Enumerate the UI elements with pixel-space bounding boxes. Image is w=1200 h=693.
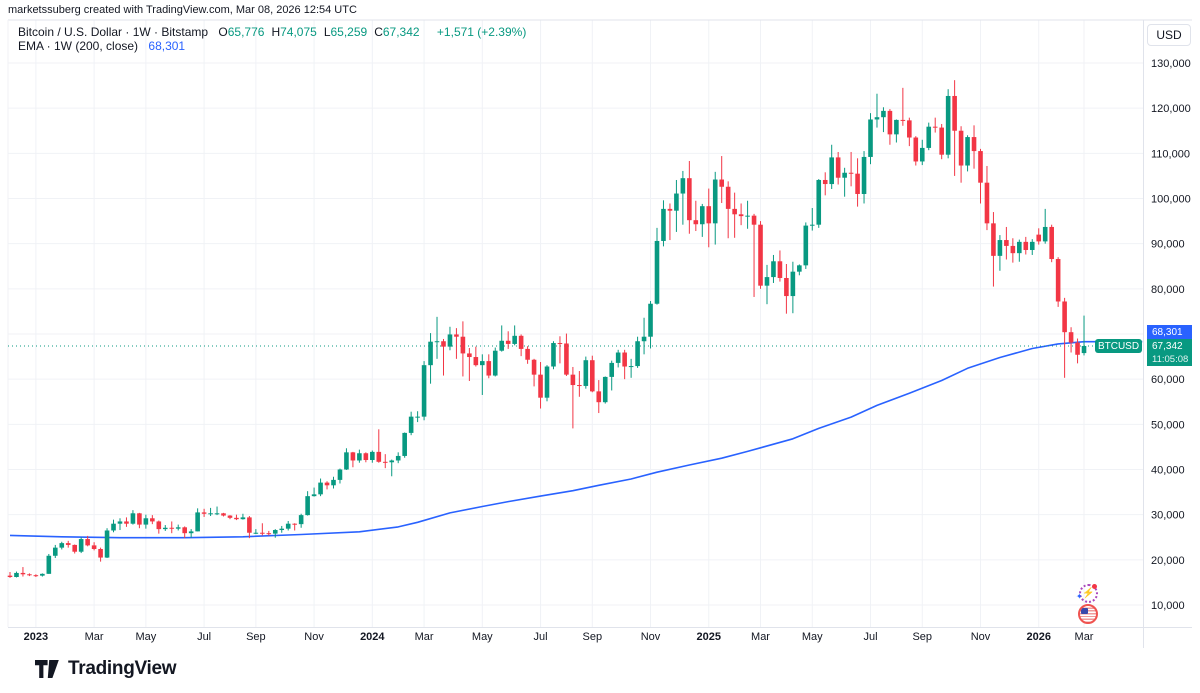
svg-text:May: May: [802, 631, 823, 643]
candlestick-chart[interactable]: 10,00020,00030,00040,00050,00060,00070,0…: [0, 0, 1200, 693]
svg-text:2023: 2023: [24, 631, 48, 643]
svg-text:Nov: Nov: [971, 631, 991, 643]
svg-text:10,000: 10,000: [1151, 600, 1185, 612]
symbol-price-tag: BTCUSD: [1095, 339, 1142, 353]
red-dot: [1092, 584, 1097, 589]
svg-text:Mar: Mar: [1075, 631, 1094, 643]
ema-legend-value: 68,301: [148, 39, 185, 53]
bar-countdown: 11:05:08: [1152, 353, 1192, 366]
last-price-badge: 67,342 11:05:08: [1147, 339, 1192, 366]
svg-text:Nov: Nov: [304, 631, 324, 643]
svg-text:Mar: Mar: [751, 631, 770, 643]
tradingview-logo[interactable]: TradingView: [35, 658, 176, 680]
ema-line: [10, 342, 1142, 538]
ema-legend-row: EMA · 1W (200, close) 68,301: [18, 39, 526, 53]
ohlc-label-O: O: [218, 25, 227, 39]
ohlc-value-H: 74,075: [280, 25, 317, 39]
svg-text:Jul: Jul: [534, 631, 548, 643]
event-markers[interactable]: ⚡ ✦: [1076, 584, 1100, 624]
svg-text:100,000: 100,000: [1151, 194, 1191, 206]
svg-text:Sep: Sep: [912, 631, 932, 643]
svg-text:80,000: 80,000: [1151, 284, 1185, 296]
svg-text:Mar: Mar: [85, 631, 104, 643]
svg-text:Mar: Mar: [415, 631, 434, 643]
ohlc-value-L: 65,259: [331, 25, 368, 39]
blue-sparkle-icon: ✦: [1076, 593, 1083, 601]
svg-text:110,000: 110,000: [1151, 148, 1190, 160]
us-flag-event-icon[interactable]: [1078, 604, 1098, 624]
svg-text:Jul: Jul: [197, 631, 211, 643]
currency-toggle-button[interactable]: USD: [1147, 24, 1191, 46]
svg-text:May: May: [472, 631, 493, 643]
ema-badge-value: 68,301: [1152, 327, 1192, 338]
tradingview-logo-mark: [35, 659, 61, 679]
ohlc-value-C: 67,342: [383, 25, 420, 39]
svg-text:120,000: 120,000: [1151, 103, 1191, 115]
ema-price-badge: 68,301: [1147, 325, 1192, 339]
svg-text:Sep: Sep: [246, 631, 266, 643]
ohlc-label-C: C: [374, 25, 383, 39]
x-axis-labels: 2023 Mar May Jul Sep Nov 2024 Mar May Jul Sep Nov 20…: [24, 631, 1094, 643]
svg-text:20,000: 20,000: [1151, 555, 1185, 567]
svg-text:Sep: Sep: [583, 631, 603, 643]
footer-bar: TradingView: [0, 648, 1200, 693]
svg-text:2026: 2026: [1026, 631, 1050, 643]
svg-text:50,000: 50,000: [1151, 419, 1185, 431]
svg-text:May: May: [135, 631, 156, 643]
svg-text:60,000: 60,000: [1151, 374, 1185, 386]
ohlc-values: O65,776 H74,075 L65,259 C67,342: [218, 25, 426, 39]
svg-text:130,000: 130,000: [1151, 58, 1191, 70]
candles-series: [8, 80, 1087, 578]
tradingview-published-chart: marketssuberg created with TradingView.c…: [0, 0, 1200, 693]
crypto-event-icon[interactable]: ⚡ ✦: [1079, 584, 1098, 603]
ohlc-value-O: 65,776: [228, 25, 265, 39]
svg-text:90,000: 90,000: [1151, 239, 1185, 251]
chart-legend: Bitcoin / U.S. Dollar · 1W · Bitstamp O6…: [18, 25, 526, 53]
svg-text:30,000: 30,000: [1151, 510, 1185, 522]
svg-text:Nov: Nov: [641, 631, 661, 643]
tradingview-logo-text: TradingView: [68, 658, 176, 680]
ema-title: EMA · 1W (200, close): [18, 39, 138, 53]
last-price-value: 67,342: [1152, 340, 1192, 353]
grid: [8, 20, 1143, 627]
svg-text:40,000: 40,000: [1151, 465, 1185, 477]
svg-text:2024: 2024: [360, 631, 385, 643]
symbol-legend-row: Bitcoin / U.S. Dollar · 1W · Bitstamp O6…: [18, 25, 526, 39]
ohlc-label-H: H: [271, 25, 280, 39]
flag-canton: [1081, 608, 1088, 614]
lightning-icon: ⚡: [1082, 589, 1094, 599]
symbol-title: Bitcoin / U.S. Dollar · 1W · Bitstamp: [18, 25, 208, 39]
svg-text:Jul: Jul: [863, 631, 877, 643]
svg-text:2025: 2025: [697, 631, 721, 643]
ohlc-label-L: L: [324, 25, 331, 39]
change-value: +1,571 (+2.39%): [437, 25, 526, 39]
